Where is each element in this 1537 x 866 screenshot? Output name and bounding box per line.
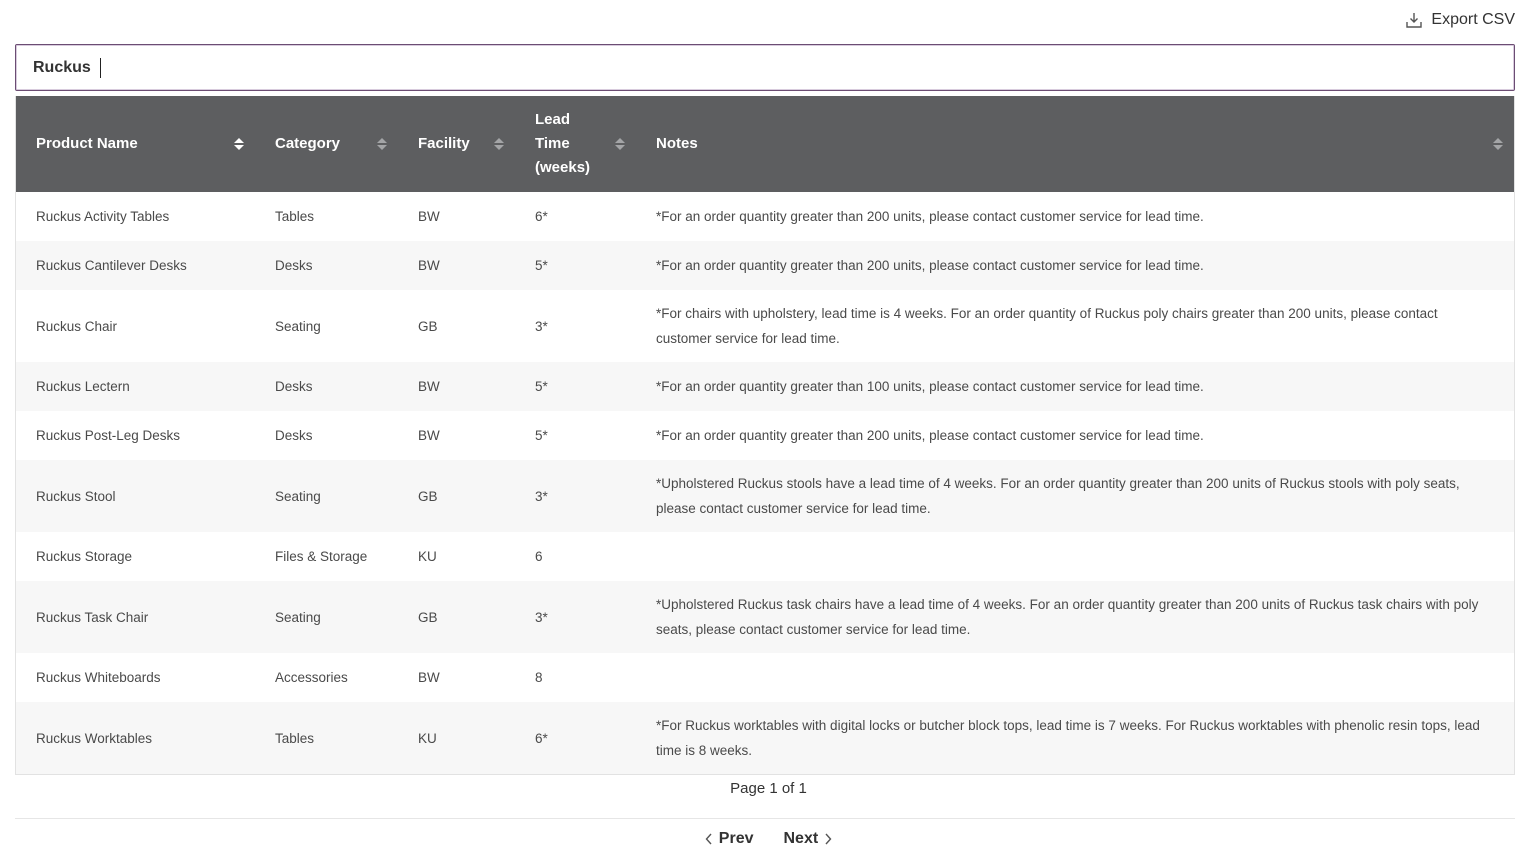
cell-notes: *For Ruckus worktables with digital lock…	[636, 702, 1514, 774]
cell-category: Seating	[255, 581, 398, 653]
cell-category: Desks	[255, 362, 398, 411]
table-row: Ruckus Post-Leg Desks Desks BW 5* *For a…	[16, 411, 1514, 460]
cell-facility: BW	[398, 653, 515, 702]
cell-notes: *For an order quantity greater than 200 …	[636, 411, 1514, 460]
table-row: Ruckus Task Chair Seating GB 3* *Upholst…	[16, 581, 1514, 653]
table-row: Ruckus Whiteboards Accessories BW 8	[16, 653, 1514, 702]
cell-notes	[636, 532, 1514, 581]
export-csv-button[interactable]: Export CSV	[1405, 11, 1515, 29]
cell-category: Tables	[255, 192, 398, 241]
search-input[interactable]	[16, 45, 1514, 90]
cell-product-name: Ruckus Lectern	[16, 362, 255, 411]
cell-lead-time: 6*	[515, 702, 636, 774]
cell-lead-time: 6*	[515, 192, 636, 241]
column-header-label: Lead Time (weeks)	[535, 111, 591, 176]
cell-facility: BW	[398, 192, 515, 241]
cell-category: Accessories	[255, 653, 398, 702]
cell-lead-time: 6	[515, 532, 636, 581]
table-row: Ruckus Lectern Desks BW 5* *For an order…	[16, 362, 1514, 411]
cell-category: Desks	[255, 241, 398, 290]
cell-facility: KU	[398, 532, 515, 581]
cell-lead-time: 3*	[515, 290, 636, 362]
cell-facility: BW	[398, 362, 515, 411]
search-field[interactable]	[15, 44, 1515, 91]
download-icon	[1406, 13, 1423, 28]
cell-lead-time: 8	[515, 653, 636, 702]
column-header-facility[interactable]: Facility	[398, 96, 515, 192]
product-table: Product Name Category Facility Lead Time…	[15, 96, 1515, 775]
table-row: Ruckus Cantilever Desks Desks BW 5* *For…	[16, 241, 1514, 290]
column-header-label: Notes	[656, 135, 698, 152]
cell-category: Seating	[255, 460, 398, 532]
cell-facility: GB	[398, 581, 515, 653]
column-header-category[interactable]: Category	[255, 96, 398, 192]
cell-facility: BW	[398, 241, 515, 290]
cell-notes: *Upholstered Ruckus task chairs have a l…	[636, 581, 1514, 653]
cell-category: Tables	[255, 702, 398, 774]
sort-icon[interactable]	[614, 137, 626, 151]
cell-category: Desks	[255, 411, 398, 460]
text-caret	[100, 58, 101, 78]
page-indicator: Page 1 of 1	[730, 780, 807, 797]
cell-product-name: Ruckus Post-Leg Desks	[16, 411, 255, 460]
cell-lead-time: 3*	[515, 460, 636, 532]
sort-icon[interactable]	[1492, 137, 1504, 151]
column-header-label: Category	[275, 135, 341, 152]
table-header-row: Product Name Category Facility Lead Time…	[16, 96, 1514, 192]
prev-label: Prev	[718, 830, 754, 847]
cell-lead-time: 5*	[515, 241, 636, 290]
cell-product-name: Ruckus Activity Tables	[16, 192, 255, 241]
next-label: Next	[783, 830, 819, 847]
table-row: Ruckus Storage Files & Storage KU 6	[16, 532, 1514, 581]
cell-product-name: Ruckus Storage	[16, 532, 255, 581]
cell-lead-time: 3*	[515, 581, 636, 653]
table-row: Ruckus Stool Seating GB 3* *Upholstered …	[16, 460, 1514, 532]
cell-facility: BW	[398, 411, 515, 460]
cell-product-name: Ruckus Stool	[16, 460, 255, 532]
cell-facility: GB	[398, 290, 515, 362]
column-header-notes[interactable]: Notes	[636, 96, 1514, 192]
pagination: Prev Next	[0, 830, 1537, 848]
cell-lead-time: 5*	[515, 411, 636, 460]
chevron-right-icon	[825, 833, 832, 845]
next-button[interactable]: Next	[784, 830, 833, 848]
cell-category: Files & Storage	[255, 532, 398, 581]
export-csv-label: Export CSV	[1431, 11, 1515, 28]
table-row: Ruckus Activity Tables Tables BW 6* *For…	[16, 192, 1514, 241]
sort-icon[interactable]	[233, 137, 245, 151]
cell-product-name: Ruckus Task Chair	[16, 581, 255, 653]
column-header-label: Facility	[418, 135, 470, 152]
cell-facility: KU	[398, 702, 515, 774]
cell-notes: *Upholstered Ruckus stools have a lead t…	[636, 460, 1514, 532]
sort-icon[interactable]	[493, 137, 505, 151]
table-row: Ruckus Worktables Tables KU 6* *For Ruck…	[16, 702, 1514, 774]
cell-lead-time: 5*	[515, 362, 636, 411]
column-header-product-name[interactable]: Product Name	[16, 96, 255, 192]
cell-product-name: Ruckus Worktables	[16, 702, 255, 774]
cell-notes: *For chairs with upholstery, lead time i…	[636, 290, 1514, 362]
column-header-label: Product Name	[36, 135, 138, 152]
chevron-left-icon	[705, 833, 712, 845]
cell-notes	[636, 653, 1514, 702]
sort-icon[interactable]	[376, 137, 388, 151]
cell-category: Seating	[255, 290, 398, 362]
cell-notes: *For an order quantity greater than 200 …	[636, 241, 1514, 290]
cell-product-name: Ruckus Cantilever Desks	[16, 241, 255, 290]
column-header-lead-time[interactable]: Lead Time (weeks)	[515, 96, 636, 192]
cell-notes: *For an order quantity greater than 200 …	[636, 192, 1514, 241]
cell-notes: *For an order quantity greater than 100 …	[636, 362, 1514, 411]
table-row: Ruckus Chair Seating GB 3* *For chairs w…	[16, 290, 1514, 362]
cell-product-name: Ruckus Whiteboards	[16, 653, 255, 702]
cell-product-name: Ruckus Chair	[16, 290, 255, 362]
cell-facility: GB	[398, 460, 515, 532]
prev-button[interactable]: Prev	[705, 830, 754, 848]
divider	[15, 818, 1515, 819]
